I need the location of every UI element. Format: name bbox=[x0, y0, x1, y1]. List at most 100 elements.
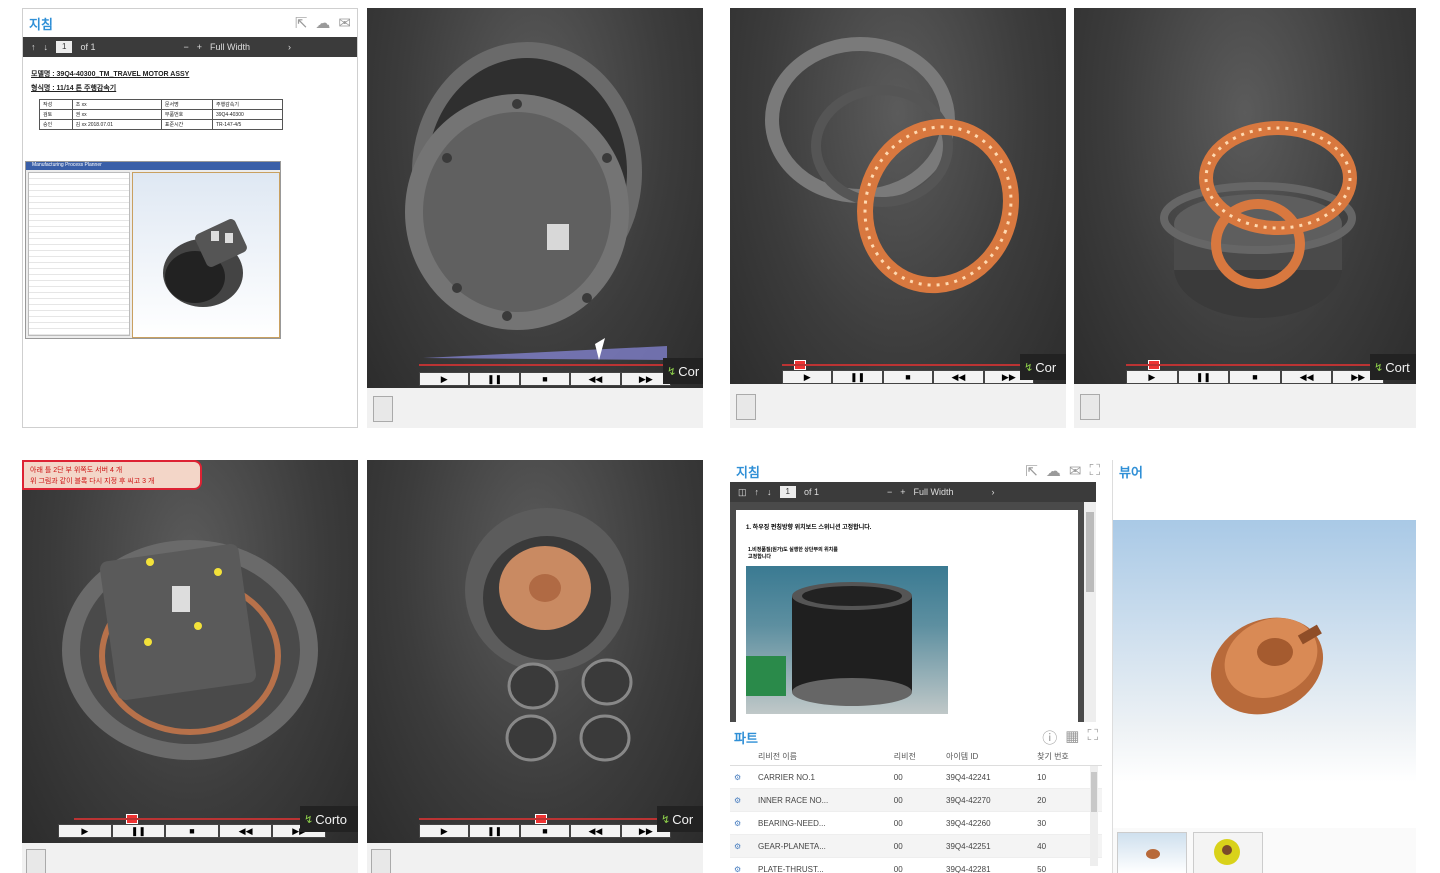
prev-page-icon[interactable]: ↑ bbox=[31, 42, 36, 52]
zoom-select[interactable]: Full Width bbox=[914, 487, 954, 497]
column-header[interactable]: 리비전 이름 bbox=[754, 748, 890, 766]
fullscreen-icon[interactable]: ⛶ bbox=[1089, 462, 1100, 480]
file-icon[interactable] bbox=[373, 396, 393, 422]
planetary-gear-render bbox=[465, 508, 633, 762]
share-icon[interactable]: ⇱ bbox=[295, 14, 308, 32]
play-button[interactable]: ▶ bbox=[58, 824, 112, 838]
table-cell: 작성 bbox=[39, 99, 73, 110]
expand-icon[interactable]: ⛶ bbox=[1087, 727, 1098, 748]
embedded-tree bbox=[28, 172, 130, 336]
zoom-select[interactable]: Full Width bbox=[210, 42, 250, 52]
file-icon[interactable] bbox=[26, 849, 46, 873]
play-button[interactable]: ▶ bbox=[419, 824, 470, 838]
play-button[interactable]: ▶ bbox=[782, 370, 833, 384]
sidebar-toggle-icon[interactable]: ◫ bbox=[738, 487, 747, 498]
timeline-track[interactable] bbox=[74, 818, 326, 820]
file-icon[interactable] bbox=[1080, 394, 1100, 420]
zoom-in-button[interactable]: + bbox=[197, 42, 202, 52]
pause-button[interactable]: ❚❚ bbox=[469, 824, 520, 838]
table-cell: CARRIER NO.1 bbox=[754, 765, 890, 789]
table-cell: 표준시간 bbox=[160, 119, 213, 130]
table-cell: 주행감속기 bbox=[211, 99, 284, 110]
download-icon[interactable]: ☁ bbox=[315, 14, 330, 32]
download-icon[interactable]: ☁ bbox=[1046, 462, 1061, 480]
timeline-track[interactable] bbox=[782, 364, 1034, 366]
table-cell: 00 bbox=[889, 811, 943, 835]
next-page-icon[interactable]: ↓ bbox=[767, 487, 772, 497]
stop-button[interactable]: ■ bbox=[882, 370, 934, 384]
cortona-logo: ↯ Cor bbox=[1020, 354, 1066, 380]
3d-viewport[interactable] bbox=[1113, 520, 1416, 782]
pdf-scrollbar[interactable] bbox=[1084, 502, 1096, 722]
page-number-field[interactable]: 1 bbox=[56, 41, 73, 53]
file-icon[interactable] bbox=[736, 394, 756, 420]
thumbnail-2[interactable] bbox=[1193, 832, 1263, 873]
file-icon[interactable] bbox=[371, 849, 391, 873]
cortona-logo: ↯ Corto bbox=[300, 806, 358, 832]
table-row[interactable]: ⚙ PLATE-THRUST... 00 39Q4-42281 50 bbox=[730, 857, 1102, 873]
rewind-button[interactable]: ◀◀ bbox=[570, 824, 621, 838]
zoom-in-button[interactable]: + bbox=[900, 487, 905, 497]
timeline-track[interactable] bbox=[1126, 364, 1384, 366]
info-icon[interactable]: ⓘ bbox=[1042, 727, 1057, 748]
rewind-button[interactable]: ◀◀ bbox=[218, 824, 273, 838]
table-row[interactable]: ⚙ BEARING-NEED... 00 39Q4-42260 30 bbox=[730, 811, 1102, 835]
lower-area bbox=[22, 843, 358, 873]
doc-step-sub: 1.비정품질(원가)도 실행한 상단부의 위치를 고정합니다 bbox=[748, 547, 838, 560]
stop-button[interactable]: ■ bbox=[1229, 370, 1281, 384]
cortona-logo: ↯ Cor bbox=[663, 358, 703, 384]
table-cell: 39Q4-40300 bbox=[211, 109, 284, 120]
pause-button[interactable]: ❚❚ bbox=[111, 824, 166, 838]
zoom-dropdown-icon[interactable]: › bbox=[288, 42, 291, 52]
parts-header: 파트 ⓘ ▦ ⛶ bbox=[730, 726, 1102, 748]
page-number-field[interactable]: 1 bbox=[779, 486, 796, 498]
rewind-button[interactable]: ◀◀ bbox=[570, 372, 621, 386]
thumbnail-1[interactable] bbox=[1117, 832, 1187, 873]
play-button[interactable]: ▶ bbox=[1126, 370, 1178, 384]
table-row[interactable]: ⚙ CARRIER NO.1 00 39Q4-42241 10 bbox=[730, 765, 1102, 789]
parts-scrollbar[interactable] bbox=[1090, 766, 1098, 866]
3d-viewer-panel-2: ▶ ❚❚ ■ ◀◀ ▶▶ ↯ Cor bbox=[367, 8, 703, 428]
timeline-track[interactable] bbox=[419, 364, 671, 366]
pause-button[interactable]: ❚❚ bbox=[469, 372, 520, 386]
pause-button[interactable]: ❚❚ bbox=[832, 370, 883, 384]
column-header[interactable]: 찾기 번호 bbox=[1033, 748, 1102, 766]
embedded-viewport bbox=[132, 172, 280, 338]
motor-render-icon bbox=[163, 219, 247, 307]
table-row[interactable]: ⚙ GEAR-PLANETA... 00 39Q4-42251 40 bbox=[730, 834, 1102, 858]
doc-type-line: 형식명 : 11/14 톤 주행감속기 bbox=[31, 85, 117, 92]
timeline-track[interactable] bbox=[419, 818, 671, 820]
zoom-out-button[interactable]: − bbox=[887, 487, 892, 497]
play-button[interactable]: ▶ bbox=[419, 372, 470, 386]
stop-button[interactable]: ■ bbox=[165, 824, 219, 838]
share-icon[interactable]: ⇱ bbox=[1025, 462, 1038, 480]
player-controls: ▶ ❚❚ ■ ◀◀ ▶▶ bbox=[1126, 370, 1384, 384]
table-cell: 39Q4-42281 bbox=[942, 857, 1034, 873]
parts-section: 파트 ⓘ ▦ ⛶ 리비전 이름 리비전 아이템 ID 찾기 번호 ⚙ CARRI… bbox=[730, 726, 1102, 873]
pause-button[interactable]: ❚❚ bbox=[1177, 370, 1230, 384]
table-cell: 00 bbox=[889, 788, 943, 812]
table-cell: BEARING-NEED... bbox=[754, 811, 890, 835]
rewind-button[interactable]: ◀◀ bbox=[1280, 370, 1333, 384]
3d-viewer-panel-4: ▶ ❚❚ ■ ◀◀ ▶▶ ↯ Cort bbox=[1074, 8, 1416, 428]
part-icon: ⚙ bbox=[730, 788, 754, 812]
table-row[interactable]: ⚙ INNER RACE NO... 00 39Q4-42270 20 bbox=[730, 788, 1102, 812]
next-page-icon[interactable]: ↓ bbox=[44, 42, 49, 52]
comment-icon[interactable]: ✉ bbox=[338, 14, 351, 32]
table-cell: 권 xx bbox=[71, 109, 162, 120]
zoom-out-button[interactable]: − bbox=[183, 42, 188, 52]
pdf-toolbar: ◫ ↑ ↓ 1 of 1 − + Full Width › bbox=[730, 482, 1096, 502]
rewind-button[interactable]: ◀◀ bbox=[933, 370, 984, 384]
cortona-logo: ↯ Cor bbox=[657, 806, 703, 832]
stop-button[interactable]: ■ bbox=[519, 824, 571, 838]
column-header[interactable]: 아이템 ID bbox=[942, 748, 1034, 766]
stop-button[interactable]: ■ bbox=[519, 372, 571, 386]
prev-page-icon[interactable]: ↑ bbox=[755, 487, 760, 497]
comment-icon[interactable]: ✉ bbox=[1069, 462, 1082, 480]
lower-area bbox=[367, 388, 703, 428]
pdf-viewport: 1. 하우징 펀칭방향 위치보드 스위니션 고정합니다. 1.비정품질(원가)도… bbox=[730, 502, 1096, 722]
part-icon: ⚙ bbox=[730, 834, 754, 858]
zoom-dropdown-icon[interactable]: › bbox=[992, 487, 995, 497]
table-view-icon[interactable]: ▦ bbox=[1065, 727, 1079, 748]
column-header[interactable]: 리비전 bbox=[889, 748, 943, 766]
